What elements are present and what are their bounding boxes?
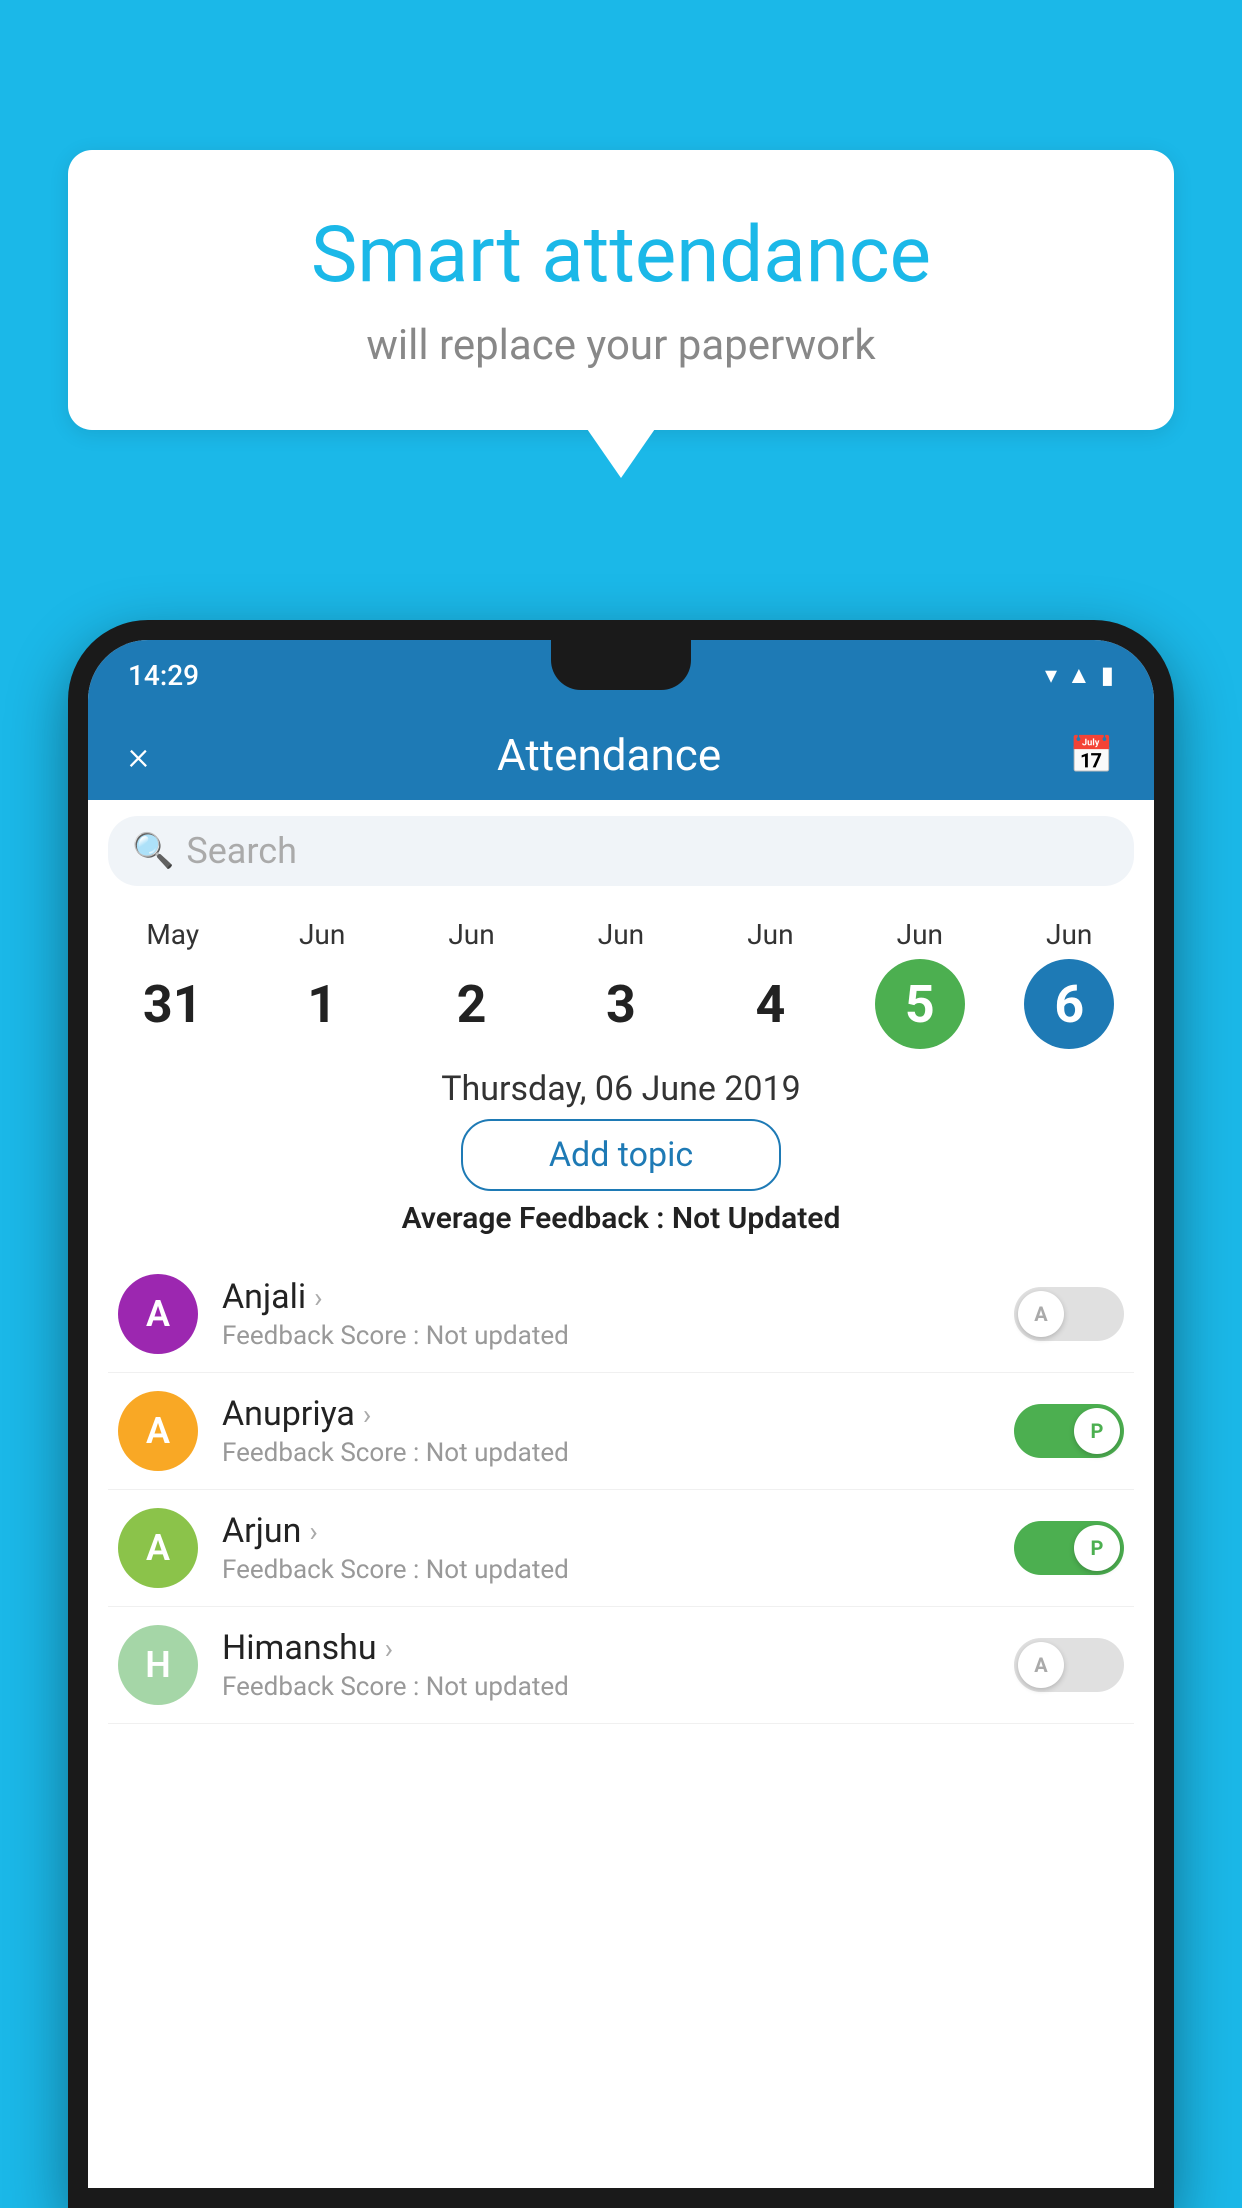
attendance-toggle-2[interactable]: P [1014, 1521, 1124, 1575]
date-col-3[interactable]: Jun 3 [571, 918, 671, 1049]
avatar-2: A [118, 1508, 198, 1588]
date-picker: May 31 Jun 1 Jun 2 Jun 3 Jun 4 Jun 5 Jun 6 [88, 902, 1154, 1049]
date-month-5: Jun [897, 918, 943, 951]
calendar-icon[interactable]: 📅 [1069, 734, 1114, 776]
date-month-3: Jun [598, 918, 644, 951]
search-bar[interactable]: 🔍 Search [108, 816, 1134, 886]
header-title: Attendance [497, 729, 721, 781]
student-feedback-0: Feedback Score : Not updated [222, 1321, 990, 1351]
student-info-2: Arjun › Feedback Score : Not updated [222, 1511, 990, 1585]
date-num-5[interactable]: 5 [875, 959, 965, 1049]
bubble-subtitle: will replace your paperwork [148, 321, 1094, 370]
avg-feedback-label: Average Feedback : [402, 1201, 672, 1236]
phone-frame: 14:29 ▾ ▲ ▮ × Attendance 📅 🔍 Search May 3… [68, 620, 1174, 2208]
toggle-container-1[interactable]: P [1014, 1404, 1124, 1458]
battery-icon: ▮ [1101, 661, 1114, 689]
bubble-title: Smart attendance [148, 210, 1094, 301]
avatar-3: H [118, 1625, 198, 1705]
student-item-3[interactable]: H Himanshu › Feedback Score : Not updated A [108, 1607, 1134, 1724]
close-button[interactable]: × [128, 732, 149, 779]
student-info-0: Anjali › Feedback Score : Not updated [222, 1277, 990, 1351]
student-info-3: Himanshu › Feedback Score : Not updated [222, 1628, 990, 1702]
chevron-icon: › [363, 1398, 371, 1431]
date-month-0: May [146, 918, 199, 951]
date-num-0[interactable]: 31 [128, 959, 218, 1049]
student-info-1: Anupriya › Feedback Score : Not updated [222, 1394, 990, 1468]
chevron-icon: › [309, 1515, 317, 1548]
student-item-2[interactable]: A Arjun › Feedback Score : Not updated P [108, 1490, 1134, 1607]
date-col-5[interactable]: Jun 5 [870, 918, 970, 1049]
toggle-knob-0: A [1018, 1291, 1064, 1337]
toggle-knob-2: P [1074, 1525, 1120, 1571]
signal-icon: ▲ [1067, 661, 1091, 690]
status-icons: ▾ ▲ ▮ [1045, 661, 1114, 690]
phone-inner: 14:29 ▾ ▲ ▮ × Attendance 📅 🔍 Search May 3… [88, 640, 1154, 2188]
date-month-6: Jun [1046, 918, 1092, 951]
avatar-1: A [118, 1391, 198, 1471]
student-name-3: Himanshu › [222, 1628, 990, 1668]
student-feedback-2: Feedback Score : Not updated [222, 1555, 990, 1585]
avg-feedback: Average Feedback : Not Updated [88, 1201, 1154, 1236]
date-month-2: Jun [448, 918, 494, 951]
attendance-toggle-3[interactable]: A [1014, 1638, 1124, 1692]
speech-bubble: Smart attendance will replace your paper… [68, 150, 1174, 430]
wifi-icon: ▾ [1045, 661, 1057, 689]
date-col-6[interactable]: Jun 6 [1019, 918, 1119, 1049]
attendance-toggle-0[interactable]: A [1014, 1287, 1124, 1341]
date-month-1: Jun [299, 918, 345, 951]
app-header: × Attendance 📅 [88, 710, 1154, 800]
attendance-toggle-1[interactable]: P [1014, 1404, 1124, 1458]
student-item-0[interactable]: A Anjali › Feedback Score : Not updated A [108, 1256, 1134, 1373]
student-feedback-3: Feedback Score : Not updated [222, 1672, 990, 1702]
date-col-0[interactable]: May 31 [123, 918, 223, 1049]
student-name-0: Anjali › [222, 1277, 990, 1317]
status-time: 14:29 [128, 659, 199, 692]
student-item-1[interactable]: A Anupriya › Feedback Score : Not updated P [108, 1373, 1134, 1490]
date-num-4[interactable]: 4 [725, 959, 815, 1049]
date-col-1[interactable]: Jun 1 [272, 918, 372, 1049]
add-topic-button[interactable]: Add topic [461, 1119, 781, 1191]
selected-date-label: Thursday, 06 June 2019 [88, 1069, 1154, 1109]
toggle-container-0[interactable]: A [1014, 1287, 1124, 1341]
toggle-knob-1: P [1074, 1408, 1120, 1454]
date-num-3[interactable]: 3 [576, 959, 666, 1049]
date-num-6[interactable]: 6 [1024, 959, 1114, 1049]
chevron-icon: › [385, 1632, 393, 1665]
student-name-2: Arjun › [222, 1511, 990, 1551]
toggle-container-3[interactable]: A [1014, 1638, 1124, 1692]
date-month-4: Jun [747, 918, 793, 951]
student-name-1: Anupriya › [222, 1394, 990, 1434]
search-input[interactable]: Search [186, 830, 297, 872]
date-num-1[interactable]: 1 [277, 959, 367, 1049]
student-list: AAnjali ›Feedback Score : Not updatedAAA… [88, 1256, 1154, 1724]
toggle-container-2[interactable]: P [1014, 1521, 1124, 1575]
search-icon: 🔍 [132, 831, 174, 871]
status-bar: 14:29 ▾ ▲ ▮ [88, 640, 1154, 710]
toggle-knob-3: A [1018, 1642, 1064, 1688]
speech-bubble-container: Smart attendance will replace your paper… [68, 150, 1174, 430]
date-num-2[interactable]: 2 [427, 959, 517, 1049]
student-feedback-1: Feedback Score : Not updated [222, 1438, 990, 1468]
date-col-4[interactable]: Jun 4 [720, 918, 820, 1049]
date-col-2[interactable]: Jun 2 [422, 918, 522, 1049]
notch [551, 640, 691, 690]
avg-feedback-value: Not Updated [672, 1201, 840, 1236]
chevron-icon: › [314, 1281, 322, 1314]
avatar-0: A [118, 1274, 198, 1354]
